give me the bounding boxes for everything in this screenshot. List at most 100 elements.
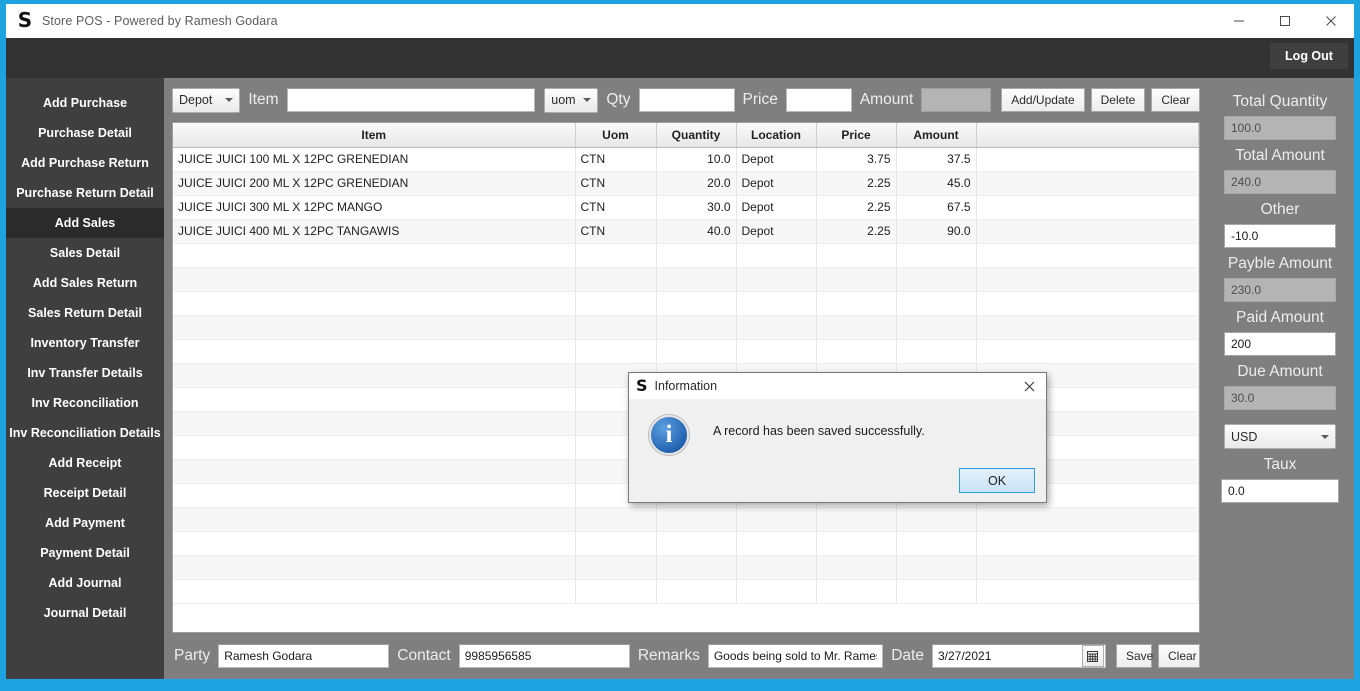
- dialog-title: Information: [654, 379, 718, 393]
- column-header-location[interactable]: Location: [736, 123, 817, 148]
- clear-line-button[interactable]: Clear: [1151, 88, 1201, 112]
- table-row-empty[interactable]: [173, 267, 1199, 292]
- table-row-empty[interactable]: [173, 507, 1199, 532]
- cell-amount: 67.5: [896, 195, 977, 220]
- chevron-down-icon: [225, 98, 234, 102]
- date-picker[interactable]: [931, 644, 1106, 668]
- cell-empty: [656, 315, 737, 340]
- cell-quantity: 30.0: [656, 195, 737, 220]
- clear-form-button[interactable]: Clear: [1157, 644, 1200, 668]
- table-row-empty[interactable]: [173, 531, 1199, 556]
- minimize-icon[interactable]: [1216, 4, 1262, 38]
- cell-empty: [896, 507, 977, 532]
- column-header-item[interactable]: Item: [173, 123, 576, 148]
- table-row-empty[interactable]: [173, 243, 1199, 268]
- sidebar-item-label: Inv Transfer Details: [27, 366, 143, 380]
- dialog-ok-button[interactable]: OK: [959, 468, 1035, 493]
- sidebar-item-add-purchase[interactable]: Add Purchase: [6, 88, 164, 118]
- table-row[interactable]: JUICE JUICI 400 ML X 12PC TANGAWIS CTN 40.…: [173, 219, 1199, 244]
- due-amount-value: 30.0: [1224, 386, 1336, 410]
- date-input[interactable]: [932, 645, 1081, 667]
- cell-empty: [816, 507, 897, 532]
- other-input[interactable]: -10.0: [1224, 224, 1336, 248]
- sidebar-item-inv-transfer-details[interactable]: Inv Transfer Details: [6, 358, 164, 388]
- item-entry-toolbar: Depot Item uom Qty Price Amount Add/Upda…: [164, 78, 1206, 122]
- dialog-close-icon[interactable]: [1012, 373, 1046, 399]
- calendar-icon[interactable]: [1081, 645, 1104, 667]
- cell-empty: [736, 291, 817, 316]
- cell-empty: [976, 555, 1199, 580]
- table-row[interactable]: JUICE JUICI 100 ML X 12PC GRENEDIAN CTN 10…: [173, 147, 1199, 172]
- price-label: Price: [742, 91, 778, 108]
- sidebar-item-add-journal[interactable]: Add Journal: [6, 568, 164, 598]
- cell-empty: [173, 243, 576, 268]
- sidebar-item-journal-detail[interactable]: Journal Detail: [6, 598, 164, 628]
- uom-select[interactable]: uom: [544, 87, 599, 113]
- cell-empty: [736, 339, 817, 364]
- payble-amount-value: 230.0: [1224, 278, 1336, 302]
- sidebar-item-label: Receipt Detail: [43, 486, 127, 500]
- column-header-quantity[interactable]: Quantity: [656, 123, 737, 148]
- sidebar-item-sales-return-detail[interactable]: Sales Return Detail: [6, 298, 164, 328]
- column-header-price[interactable]: Price: [816, 123, 897, 148]
- cell-blank: [976, 219, 1199, 244]
- qty-input[interactable]: [638, 88, 735, 112]
- sidebar-item-purchase-return-detail[interactable]: Purchase Return Detail: [6, 178, 164, 208]
- sidebar-item-add-receipt[interactable]: Add Receipt: [6, 448, 164, 478]
- cell-empty: [575, 555, 657, 580]
- table-row[interactable]: JUICE JUICI 300 ML X 12PC MANGO CTN 30.0 De…: [173, 195, 1199, 220]
- column-header-amount[interactable]: Amount: [896, 123, 977, 148]
- price-input[interactable]: [785, 88, 852, 112]
- item-label: Item: [248, 91, 279, 108]
- sidebar-item-add-payment[interactable]: Add Payment: [6, 508, 164, 538]
- sidebar-item-payment-detail[interactable]: Payment Detail: [6, 538, 164, 568]
- table-row-empty[interactable]: [173, 555, 1199, 580]
- cell-empty: [736, 531, 817, 556]
- column-header-blank[interactable]: [976, 123, 1199, 148]
- sidebar-item-label: Sales Detail: [49, 246, 121, 260]
- table-row-empty[interactable]: [173, 339, 1199, 364]
- cell-empty: [656, 291, 737, 316]
- sidebar-item-receipt-detail[interactable]: Receipt Detail: [6, 478, 164, 508]
- cell-amount: 45.0: [896, 171, 977, 196]
- table-row-empty[interactable]: [173, 579, 1199, 604]
- cell-empty: [896, 243, 977, 268]
- sidebar-item-purchase-detail[interactable]: Purchase Detail: [6, 118, 164, 148]
- item-input[interactable]: [286, 88, 536, 112]
- save-button[interactable]: Save: [1115, 644, 1153, 668]
- cell-location: Depot: [736, 171, 817, 196]
- logout-button[interactable]: Log Out: [1270, 43, 1348, 69]
- cell-empty: [575, 339, 657, 364]
- sidebar-item-label: Add Journal: [48, 576, 122, 590]
- cell-empty: [976, 291, 1199, 316]
- cell-empty: [896, 531, 977, 556]
- taux-input[interactable]: 0.0: [1221, 479, 1339, 503]
- remarks-input[interactable]: [707, 644, 884, 668]
- cell-empty: [816, 267, 897, 292]
- cell-empty: [173, 507, 576, 532]
- sidebar-item-label: Add Receipt: [48, 456, 122, 470]
- column-header-uom[interactable]: Uom: [575, 123, 657, 148]
- delete-button[interactable]: Delete: [1090, 88, 1146, 112]
- table-row[interactable]: JUICE JUICI 200 ML X 12PC GRENEDIAN CTN 20…: [173, 171, 1199, 196]
- sidebar-item-inv-reconciliation-details[interactable]: Inv Reconciliation Details: [6, 418, 164, 448]
- sidebar-item-label: Inventory Transfer: [30, 336, 140, 350]
- cell-uom: CTN: [575, 147, 657, 172]
- cell-location: Depot: [736, 195, 817, 220]
- paid-amount-input[interactable]: 200: [1224, 332, 1336, 356]
- table-row-empty[interactable]: [173, 315, 1199, 340]
- table-row-empty[interactable]: [173, 291, 1199, 316]
- sidebar-item-add-sales[interactable]: Add Sales: [6, 208, 164, 238]
- currency-select[interactable]: USD: [1224, 424, 1336, 449]
- location-select[interactable]: Depot: [172, 87, 241, 113]
- contact-input[interactable]: [458, 644, 630, 668]
- sidebar-item-inventory-transfer[interactable]: Inventory Transfer: [6, 328, 164, 358]
- close-icon[interactable]: [1308, 4, 1354, 38]
- add-update-button[interactable]: Add/Update: [1001, 88, 1085, 112]
- sidebar-item-add-purchase-return[interactable]: Add Purchase Return: [6, 148, 164, 178]
- party-input[interactable]: [218, 644, 390, 668]
- sidebar-item-add-sales-return[interactable]: Add Sales Return: [6, 268, 164, 298]
- sidebar-item-sales-detail[interactable]: Sales Detail: [6, 238, 164, 268]
- sidebar-item-inv-reconciliation[interactable]: Inv Reconciliation: [6, 388, 164, 418]
- maximize-icon[interactable]: [1262, 4, 1308, 38]
